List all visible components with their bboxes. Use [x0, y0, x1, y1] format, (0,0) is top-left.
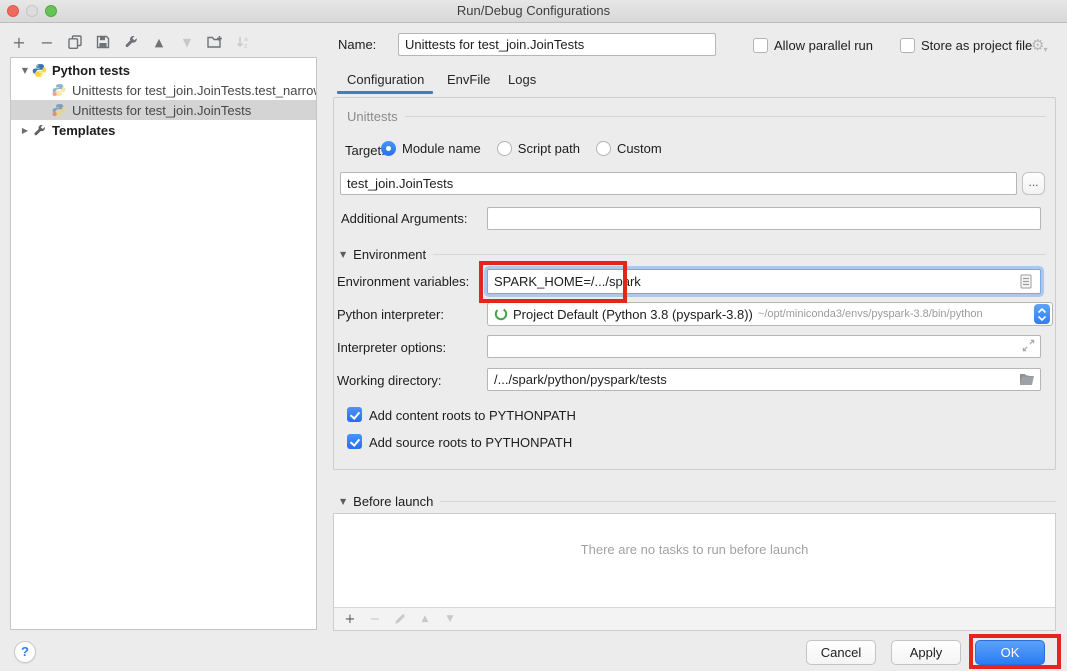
svg-text:z: z: [244, 42, 248, 49]
folder-browse-icon[interactable]: [1019, 372, 1035, 385]
add-content-roots-label: Add content roots to PYTHONPATH: [369, 408, 576, 423]
remove-task-icon: −: [368, 612, 382, 626]
module-name-radio-label: Module name: [402, 141, 481, 156]
python-interpreter-label: Python interpreter:: [337, 307, 444, 322]
add-configuration-icon[interactable]: +: [10, 33, 28, 51]
working-directory-input[interactable]: [487, 368, 1041, 391]
remove-configuration-icon[interactable]: −: [38, 33, 56, 51]
ok-button[interactable]: OK: [975, 640, 1045, 665]
add-task-icon[interactable]: +: [343, 612, 357, 626]
before-launch-separator: ▼ Before launch: [340, 494, 1056, 509]
collapse-environment-icon[interactable]: ▼: [340, 250, 346, 259]
interpreter-options-label: Interpreter options:: [337, 340, 446, 355]
edit-variables-icon[interactable]: [1020, 274, 1032, 289]
edit-task-icon: [393, 612, 407, 626]
add-content-roots-checkbox[interactable]: [347, 407, 362, 422]
expand-editor-icon[interactable]: [1022, 339, 1035, 352]
custom-radio[interactable]: [596, 141, 611, 156]
active-tab-underline: [337, 91, 433, 94]
unittests-section-title: Unittests: [347, 109, 398, 124]
conda-environment-icon: [494, 307, 508, 321]
tree-item-python-tests[interactable]: ▼ Python tests: [11, 60, 316, 80]
window-title: Run/Debug Configurations: [0, 0, 1067, 22]
tree-item-unittests-jointests[interactable]: Unittests for test_join.JoinTests: [11, 100, 316, 120]
python-interpreter-path: ~/opt/miniconda3/envs/pyspark-3.8/bin/py…: [758, 308, 1034, 320]
edit-templates-icon[interactable]: [122, 33, 140, 51]
allow-parallel-run-label: Allow parallel run: [774, 38, 873, 53]
titlebar: Run/Debug Configurations: [0, 0, 1067, 23]
environment-variables-input[interactable]: [487, 269, 1041, 294]
environment-variables-label: Environment variables:: [337, 274, 469, 289]
script-path-radio-label: Script path: [518, 141, 580, 156]
store-as-project-file-label: Store as project file: [921, 38, 1032, 53]
save-configuration-icon[interactable]: [94, 33, 112, 51]
allow-parallel-run-checkbox[interactable]: [753, 38, 768, 53]
configurations-tree: ▼ Python tests Unittests for test_join.J…: [10, 57, 317, 630]
module-name-input[interactable]: [340, 172, 1017, 195]
new-folder-icon[interactable]: [206, 33, 224, 51]
python-interpreter-select[interactable]: Project Default (Python 3.8 (pyspark-3.8…: [487, 302, 1053, 326]
tree-item-label: Unittests for test_join.JoinTests.test_n…: [72, 83, 316, 98]
no-tasks-message: There are no tasks to run before launch: [334, 542, 1055, 557]
run-debug-configurations-dialog: Run/Debug Configurations + − ▲ ▼ az ▼ Py: [0, 0, 1067, 671]
before-launch-tasks-panel: There are no tasks to run before launch …: [333, 513, 1056, 631]
custom-radio-label: Custom: [617, 141, 662, 156]
wrench-icon: [31, 122, 47, 138]
module-name-radio[interactable]: [381, 141, 396, 156]
before-launch-title: Before launch: [353, 494, 433, 509]
chevron-down-icon[interactable]: ▼: [19, 66, 31, 75]
name-label: Name:: [338, 37, 376, 52]
add-source-roots-label: Add source roots to PYTHONPATH: [369, 435, 572, 450]
copy-configuration-icon[interactable]: [66, 33, 84, 51]
unittests-section-separator: Unittests: [347, 109, 1046, 124]
working-directory-label: Working directory:: [337, 373, 442, 388]
add-source-roots-checkbox[interactable]: [347, 434, 362, 449]
additional-arguments-input[interactable]: [487, 207, 1041, 230]
tab-configuration[interactable]: Configuration: [347, 72, 424, 87]
tree-item-templates[interactable]: ▶ Templates: [11, 120, 316, 140]
before-launch-toolbar: + − ▲ ▼: [334, 607, 1055, 630]
tab-envfile[interactable]: EnvFile: [447, 72, 490, 87]
combo-spinner-icon[interactable]: [1034, 304, 1050, 324]
move-down-icon: ▼: [178, 33, 196, 51]
script-path-radio[interactable]: [497, 141, 512, 156]
chevron-right-icon[interactable]: ▶: [19, 126, 31, 135]
environment-section-separator: ▼ Environment: [340, 247, 1046, 262]
python-test-icon: [51, 102, 67, 118]
configurations-toolbar: + − ▲ ▼ az: [10, 30, 252, 54]
move-task-down-icon: ▼: [443, 612, 457, 626]
interpreter-options-input[interactable]: [487, 335, 1041, 358]
gear-icon[interactable]: ⚙▾: [1031, 36, 1047, 54]
apply-button[interactable]: Apply: [891, 640, 961, 665]
target-label: Target:: [345, 143, 385, 158]
tree-item-label: Templates: [52, 123, 115, 138]
browse-module-button[interactable]: ...: [1022, 172, 1045, 195]
tree-item-unittests-narrow[interactable]: Unittests for test_join.JoinTests.test_n…: [11, 80, 316, 100]
python-interpreter-value: Project Default (Python 3.8 (pyspark-3.8…: [513, 307, 753, 322]
python-icon: [31, 62, 47, 78]
sort-configurations-icon: az: [234, 33, 252, 51]
help-button[interactable]: ?: [14, 641, 36, 663]
name-input[interactable]: [398, 33, 716, 56]
tree-item-label: Unittests for test_join.JoinTests: [72, 103, 251, 118]
additional-arguments-label: Additional Arguments:: [341, 211, 467, 226]
collapse-before-launch-icon[interactable]: ▼: [340, 497, 346, 506]
cancel-button[interactable]: Cancel: [806, 640, 876, 665]
environment-section-title: Environment: [353, 247, 426, 262]
store-as-project-file-checkbox[interactable]: [900, 38, 915, 53]
move-task-up-icon: ▲: [418, 612, 432, 626]
tree-item-label: Python tests: [52, 63, 130, 78]
python-test-icon: [51, 82, 67, 98]
target-radio-group: Module name Script path Custom: [381, 141, 662, 156]
move-up-icon[interactable]: ▲: [150, 33, 168, 51]
tab-logs[interactable]: Logs: [508, 72, 536, 87]
